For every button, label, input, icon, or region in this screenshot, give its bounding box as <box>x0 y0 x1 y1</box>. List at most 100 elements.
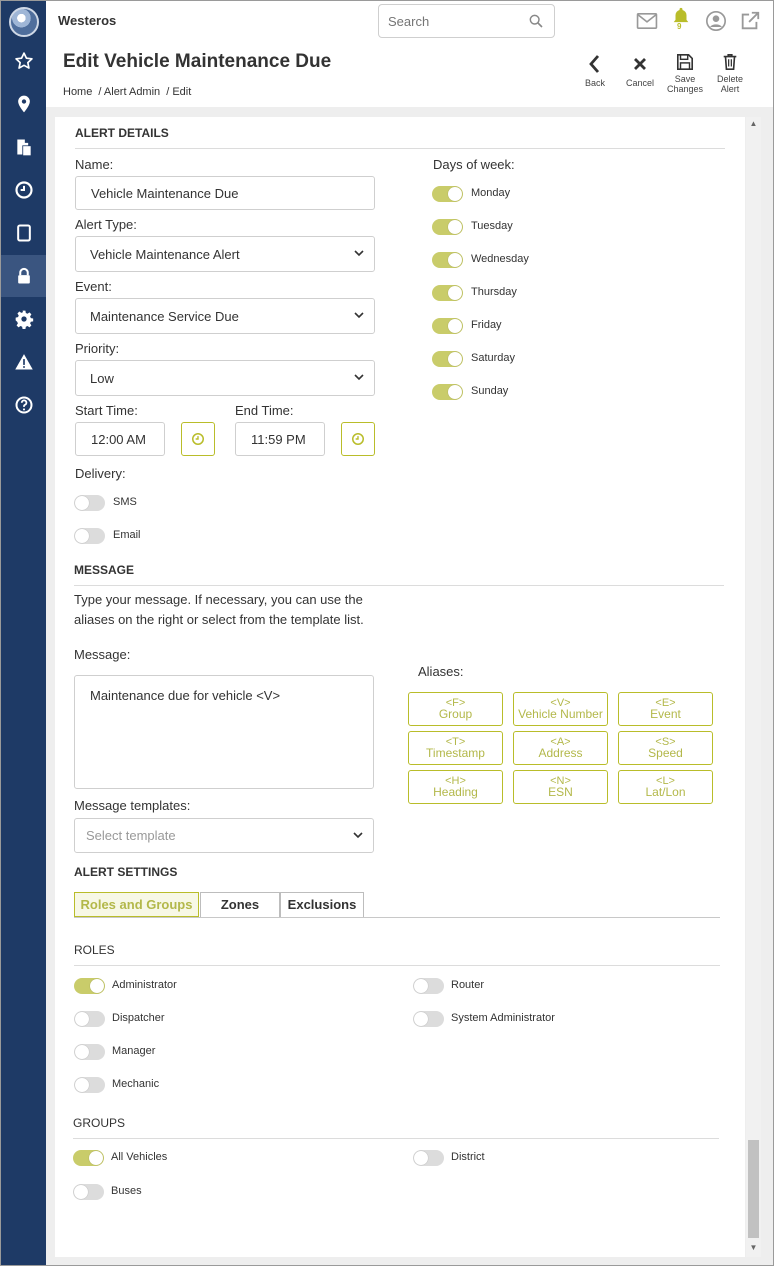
name-input[interactable]: Vehicle Maintenance Due <box>75 176 375 210</box>
aliases-label: Aliases: <box>418 664 464 679</box>
app-logo[interactable] <box>9 7 39 37</box>
end-time-value: 11:59 PM <box>251 432 306 447</box>
page-title: Edit Vehicle Maintenance Due <box>63 51 332 72</box>
group-district-toggle[interactable] <box>413 1150 444 1166</box>
saturday-toggle[interactable] <box>432 351 463 367</box>
alias-heading-button[interactable]: <H> Heading <box>408 770 503 804</box>
map-pin-icon[interactable] <box>1 83 46 125</box>
alias-name: Group <box>438 707 473 721</box>
friday-toggle[interactable] <box>432 318 463 334</box>
name-value: Vehicle Maintenance Due <box>91 186 239 201</box>
bell-icon[interactable]: 9 <box>669 5 693 31</box>
delete-label-1: Delete <box>716 74 743 84</box>
help-icon[interactable] <box>1 384 46 426</box>
alert-type-select[interactable]: Vehicle Maintenance Alert <box>75 236 375 272</box>
group-all-vehicles-label: All Vehicles <box>111 1151 168 1163</box>
alias-name: Lat/Lon <box>645 785 686 799</box>
email-toggle[interactable] <box>74 528 105 544</box>
alias-speed-button[interactable]: <S> Speed <box>618 731 713 765</box>
mail-icon[interactable] <box>635 9 659 33</box>
sms-toggle[interactable] <box>74 495 105 511</box>
cancel-button[interactable]: Cancel <box>618 53 662 88</box>
alias-name: Timestamp <box>426 746 485 760</box>
page-header: Edit Vehicle Maintenance Due Home / Aler… <box>46 41 773 107</box>
message-textarea[interactable]: Maintenance due for vehicle <V> <box>74 675 374 789</box>
group-all-vehicles-toggle[interactable] <box>73 1150 104 1166</box>
days-of-week-label: Days of week: <box>433 157 515 172</box>
friday-label: Friday <box>471 319 502 331</box>
end-time-picker-button[interactable] <box>341 422 375 456</box>
star-icon[interactable] <box>1 40 46 82</box>
scrollbar-thumb[interactable] <box>748 1140 759 1238</box>
clock-icon[interactable] <box>1 169 46 211</box>
sunday-toggle[interactable] <box>432 384 463 400</box>
tab-zones[interactable]: Zones <box>200 892 280 917</box>
monday-toggle[interactable] <box>432 186 463 202</box>
message-help-text: Type your message. If necessary, you can… <box>74 592 364 627</box>
user-icon[interactable] <box>704 9 728 33</box>
alert-type-value: Vehicle Maintenance Alert <box>90 247 240 262</box>
delete-alert-button[interactable]: Delete Alert <box>708 53 752 94</box>
alias-timestamp-button[interactable]: <T> Timestamp <box>408 731 503 765</box>
start-time-picker-button[interactable] <box>181 422 215 456</box>
chevron-down-icon <box>353 832 363 839</box>
search-input[interactable] <box>388 14 518 29</box>
alias-vehicle-number-button[interactable]: <V> Vehicle Number <box>513 692 608 726</box>
message-label: Message: <box>74 647 131 662</box>
brand-name: Westeros <box>58 13 117 28</box>
scroll-down-icon[interactable]: ▼ <box>748 1243 759 1253</box>
save-label-1: Save <box>674 74 696 84</box>
message-template-select[interactable]: Select template <box>74 818 374 853</box>
close-icon <box>634 58 646 70</box>
group-district-label: District <box>451 1151 485 1163</box>
role-router-toggle[interactable] <box>413 978 444 994</box>
external-link-icon[interactable] <box>738 9 762 33</box>
event-label: Event: <box>75 279 112 294</box>
scroll-up-icon[interactable]: ▲ <box>748 119 759 129</box>
save-changes-button[interactable]: Save Changes <box>663 53 707 94</box>
documents-icon[interactable] <box>1 126 46 168</box>
priority-label: Priority: <box>75 341 120 356</box>
warning-icon[interactable] <box>1 341 46 383</box>
start-time-input[interactable]: 12:00 AM <box>75 422 165 456</box>
start-time-label: Start Time: <box>75 403 138 418</box>
back-label: Back <box>584 78 605 88</box>
alias-lat-lon-button[interactable]: <L> Lat/Lon <box>618 770 713 804</box>
priority-select[interactable]: Low <box>75 360 375 396</box>
role-system-administrator-toggle[interactable] <box>413 1011 444 1027</box>
role-dispatcher-toggle[interactable] <box>74 1011 105 1027</box>
back-button[interactable]: Back <box>573 53 617 88</box>
gear-icon[interactable] <box>1 298 46 340</box>
group-buses-toggle[interactable] <box>73 1184 104 1200</box>
role-manager-toggle[interactable] <box>74 1044 105 1060</box>
alias-esn-button[interactable]: <N> ESN <box>513 770 608 804</box>
message-value: Maintenance due for vehicle <V> <box>90 688 281 703</box>
event-select[interactable]: Maintenance Service Due <box>75 298 375 334</box>
tablet-icon[interactable] <box>1 212 46 254</box>
groups-divider <box>73 1138 719 1139</box>
scrollbar-track[interactable] <box>746 117 761 1257</box>
message-section-title: MESSAGE <box>74 563 135 577</box>
breadcrumb-edit: / Edit <box>166 86 192 98</box>
wednesday-toggle[interactable] <box>432 252 463 268</box>
search-icon[interactable] <box>528 13 544 29</box>
tab-roles-and-groups[interactable]: Roles and Groups <box>74 892 199 917</box>
role-administrator-toggle[interactable] <box>74 978 105 994</box>
alias-address-button[interactable]: <A> Address <box>513 731 608 765</box>
event-value: Maintenance Service Due <box>90 309 239 324</box>
role-mechanic-label: Mechanic <box>112 1078 160 1090</box>
tuesday-toggle[interactable] <box>432 219 463 235</box>
sunday-label: Sunday <box>471 385 509 397</box>
breadcrumb-alert-admin[interactable]: / Alert Admin <box>98 86 160 98</box>
lock-icon[interactable] <box>1 255 46 297</box>
search-box[interactable] <box>378 4 555 38</box>
breadcrumb-home[interactable]: Home <box>63 86 92 98</box>
end-time-input[interactable]: 11:59 PM <box>235 422 325 456</box>
role-mechanic-toggle[interactable] <box>74 1077 105 1093</box>
tab-exclusions[interactable]: Exclusions <box>280 892 364 917</box>
alias-event-button[interactable]: <E> Event <box>618 692 713 726</box>
breadcrumb: Home / Alert Admin / Edit <box>63 86 194 98</box>
notification-count: 9 <box>677 22 682 31</box>
alias-group-button[interactable]: <F> Group <box>408 692 503 726</box>
thursday-toggle[interactable] <box>432 285 463 301</box>
